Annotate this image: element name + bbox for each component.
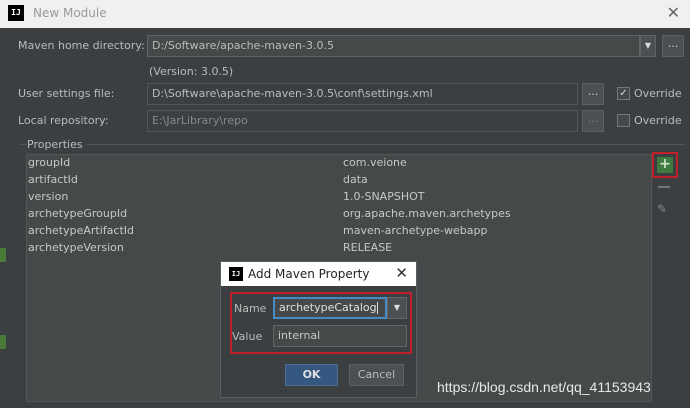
add-property-button[interactable]: + bbox=[652, 152, 678, 178]
watermark-text: https://blog.csdn.net/qq_41153943 bbox=[437, 379, 651, 395]
close-icon[interactable]: ✕ bbox=[667, 3, 680, 22]
left-edge-marker bbox=[0, 248, 6, 262]
dialog-titlebar: IJ Add Maven Property ✕ bbox=[221, 262, 416, 286]
property-key: version bbox=[28, 190, 69, 203]
maven-home-label: Maven home directory: bbox=[18, 39, 145, 52]
table-row[interactable]: version 1.0-SNAPSHOT bbox=[27, 189, 651, 206]
property-key: artifactId bbox=[28, 173, 78, 186]
name-label: Name bbox=[234, 302, 267, 315]
table-row[interactable]: artifactId data bbox=[27, 172, 651, 189]
property-key: archetypeArtifactId bbox=[28, 224, 134, 237]
minus-icon[interactable] bbox=[658, 186, 670, 188]
window-titlebar: IJ New Module ✕ bbox=[0, 0, 690, 28]
plus-icon: + bbox=[657, 157, 673, 173]
repo-override-label: Override bbox=[634, 114, 682, 127]
user-settings-input[interactable]: D:\Software\apache-maven-3.0.5\conf\sett… bbox=[147, 83, 578, 105]
name-value: archetypeCatalog bbox=[279, 301, 377, 314]
left-edge-marker bbox=[0, 335, 6, 349]
maven-home-dropdown-button[interactable]: ▼ bbox=[640, 35, 656, 57]
value-label: Value bbox=[232, 330, 263, 343]
property-value: org.apache.maven.archetypes bbox=[343, 207, 511, 220]
user-settings-label: User settings file: bbox=[18, 87, 115, 100]
table-row[interactable]: archetypeArtifactId maven-archetype-weba… bbox=[27, 223, 651, 240]
name-dropdown-button[interactable]: ▼ bbox=[387, 297, 407, 319]
ok-button[interactable]: OK bbox=[285, 364, 338, 386]
cancel-button[interactable]: Cancel bbox=[349, 364, 404, 386]
properties-divider bbox=[20, 144, 685, 145]
table-row[interactable]: groupId com.veione bbox=[27, 155, 651, 172]
dialog-title: Add Maven Property bbox=[248, 267, 370, 281]
property-value: RELEASE bbox=[343, 241, 393, 254]
maven-home-input[interactable]: D:/Software/apache-maven-3.0.5 bbox=[147, 35, 640, 57]
close-icon[interactable]: ✕ bbox=[395, 264, 408, 282]
property-value: com.veione bbox=[343, 156, 407, 169]
property-value: 1.0-SNAPSHOT bbox=[343, 190, 425, 203]
maven-home-browse-button[interactable]: ... bbox=[662, 35, 684, 57]
value-input[interactable]: internal bbox=[273, 325, 407, 347]
property-key: archetypeGroupId bbox=[28, 207, 128, 220]
name-combobox-input[interactable]: archetypeCatalog bbox=[273, 297, 387, 319]
local-repository-browse-button[interactable]: ... bbox=[582, 110, 604, 132]
local-repository-label: Local repository: bbox=[18, 114, 109, 127]
table-row[interactable]: archetypeVersion RELEASE bbox=[27, 240, 651, 257]
pencil-icon[interactable]: ✎ bbox=[657, 202, 667, 216]
intellij-logo-icon: IJ bbox=[8, 5, 24, 21]
intellij-logo-icon: IJ bbox=[229, 267, 243, 281]
property-key: groupId bbox=[28, 156, 71, 169]
settings-override-label: Override bbox=[634, 87, 682, 100]
repo-override-checkbox[interactable] bbox=[617, 114, 630, 127]
property-value: maven-archetype-webapp bbox=[343, 224, 488, 237]
local-repository-input[interactable]: E:\JarLibrary\repo bbox=[147, 110, 578, 132]
user-settings-browse-button[interactable]: ... bbox=[582, 83, 604, 105]
text-caret bbox=[376, 302, 378, 314]
add-maven-property-dialog: IJ Add Maven Property ✕ Name archetypeCa… bbox=[220, 261, 417, 398]
maven-version-note: (Version: 3.0.5) bbox=[149, 65, 234, 78]
properties-group-title: Properties bbox=[27, 138, 87, 151]
table-row[interactable]: archetypeGroupId org.apache.maven.archet… bbox=[27, 206, 651, 223]
window-title: New Module bbox=[33, 6, 107, 20]
settings-override-checkbox[interactable]: ✓ bbox=[617, 87, 630, 100]
property-key: archetypeVersion bbox=[28, 241, 124, 254]
property-value: data bbox=[343, 173, 368, 186]
